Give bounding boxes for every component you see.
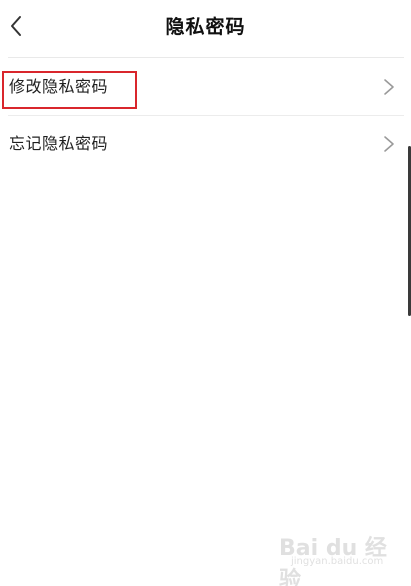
- change-privacy-password-item[interactable]: 修改隐私密码: [0, 60, 405, 116]
- change-privacy-password-label: 修改隐私密码: [9, 77, 109, 96]
- header-divider: [8, 57, 404, 58]
- forgot-privacy-password-label: 忘记隐私密码: [9, 134, 109, 153]
- chevron-right-icon: [384, 79, 394, 95]
- privacy-password-screen: 隐私密码 修改隐私密码 忘记隐私密码 Bai du 经验 jingyan.bai…: [0, 0, 411, 586]
- header-bar: 隐私密码: [0, 0, 411, 56]
- baidu-jingyan-watermark: Bai du 经验 jingyan.baidu.com: [273, 526, 393, 586]
- watermark-url: jingyan.baidu.com: [291, 556, 384, 567]
- chevron-right-icon: [384, 136, 394, 152]
- page-title: 隐私密码: [165, 16, 246, 38]
- item-divider: [8, 115, 404, 116]
- forgot-privacy-password-item[interactable]: 忘记隐私密码: [0, 117, 405, 173]
